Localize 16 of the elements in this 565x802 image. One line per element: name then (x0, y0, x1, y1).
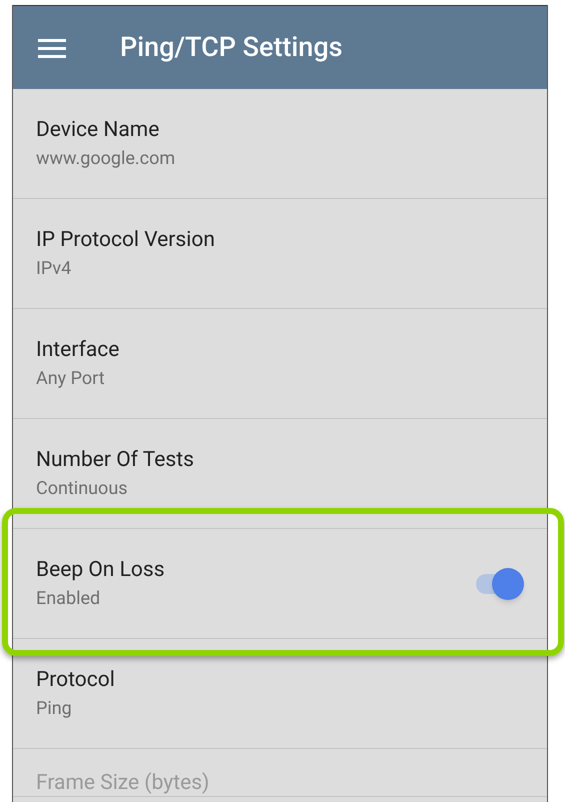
setting-label: Interface (36, 336, 120, 362)
setting-value: Continuous (36, 476, 129, 500)
setting-value: IPv4 (36, 256, 72, 280)
setting-label: Number Of Tests (36, 446, 195, 472)
setting-value: Enabled (36, 586, 102, 610)
setting-label: Beep On Loss (36, 556, 166, 582)
setting-label: Device Name (36, 116, 160, 142)
screen-title: Ping/TCP Settings (120, 30, 343, 66)
setting-value: www.google.com (36, 146, 176, 170)
setting-value: Any Port (36, 366, 106, 390)
setting-value: Ping (36, 696, 73, 720)
setting-label: IP Protocol Version (36, 226, 216, 252)
setting-label: Frame Size (bytes) (36, 770, 210, 796)
setting-label: Protocol (36, 666, 116, 692)
toggle-switch[interactable] (474, 566, 524, 602)
menu-icon[interactable] (38, 38, 66, 58)
